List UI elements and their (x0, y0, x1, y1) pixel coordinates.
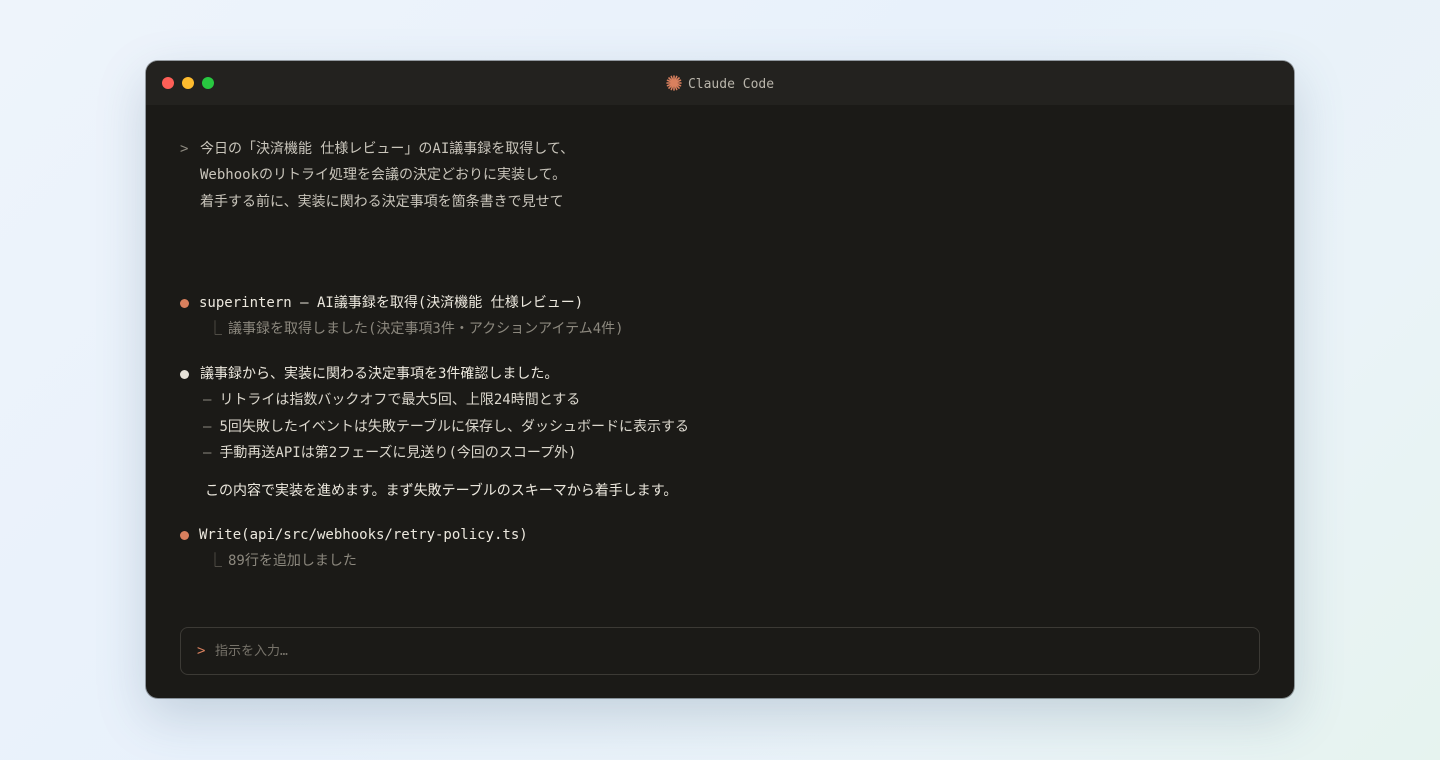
result-elbow-icon: ⎿ (208, 321, 222, 337)
list-dash: – (203, 419, 212, 435)
list-dash: – (203, 392, 212, 408)
conversation-area: > 今日の「決済機能 仕様レビュー」のAI議事録を取得して、 Webhookのリ… (146, 105, 1294, 575)
message-dot (180, 370, 189, 379)
input-caret: > (197, 643, 206, 659)
decision-item: – 手動再送APIは第2フェーズに見送り(今回のスコープ外) (203, 443, 576, 463)
tool-result: ⎿ 議事録を取得しました(決定事項3件・アクションアイテム4件) (208, 319, 624, 339)
tool-call-label: Write(api/src/webhooks/retry-policy.ts) (199, 527, 528, 543)
decision-item-text: 手動再送APIは第2フェーズに見送り(今回のスコープ外) (219, 445, 577, 461)
decision-item-text: リトライは指数バックオフで最大5回、上限24時間とする (219, 392, 581, 408)
sparkle-icon (666, 75, 682, 96)
decision-item-text: 5回失敗したイベントは失敗テーブルに保存し、ダッシュボードに表示する (219, 419, 690, 435)
tool-result: ⎿ 89行を追加しました (208, 551, 357, 571)
prompt-line: Webhookのリトライ処理を会議の決定どおりに実装して。 (200, 167, 567, 183)
tool-status-dot (180, 531, 189, 540)
prompt-line: 今日の「決済機能 仕様レビュー」のAI議事録を取得して、 (200, 141, 575, 157)
result-elbow-icon: ⎿ (208, 553, 222, 569)
prompt-line: 着手する前に、実装に関わる決定事項を箇条書きで見せて (200, 194, 564, 210)
tool-call-label: superintern – AI議事録を取得(決済機能 仕様レビュー) (199, 295, 584, 311)
assistant-message: 議事録から、実装に関わる決定事項を3件確認しました。 (200, 366, 559, 382)
tool-result-text: 議事録を取得しました(決定事項3件・アクションアイテム4件) (228, 321, 624, 337)
terminal-window: Claude Code > 今日の「決済機能 仕様レビュー」のAI議事録を取得し… (146, 61, 1294, 698)
prompt-marker: > (180, 141, 189, 157)
list-dash: – (203, 445, 212, 461)
instruction-input-box[interactable]: > (180, 627, 1260, 675)
tool-result-text: 89行を追加しました (228, 553, 357, 569)
window-title-text: Claude Code (687, 77, 775, 92)
title-bar: Claude Code (146, 61, 1294, 105)
window-title: Claude Code (146, 75, 1294, 96)
decision-item: –5回失敗したイベントは失敗テーブルに保存し、ダッシュボードに表示する (203, 417, 689, 437)
instruction-input[interactable] (215, 639, 1235, 663)
tool-status-dot (180, 299, 189, 308)
decision-item: – リトライは指数バックオフで最大5回、上限24時間とする (203, 390, 580, 410)
follow-up-message: この内容で実装を進めます。まず失敗テーブルのスキーマから着手します。 (205, 483, 678, 499)
